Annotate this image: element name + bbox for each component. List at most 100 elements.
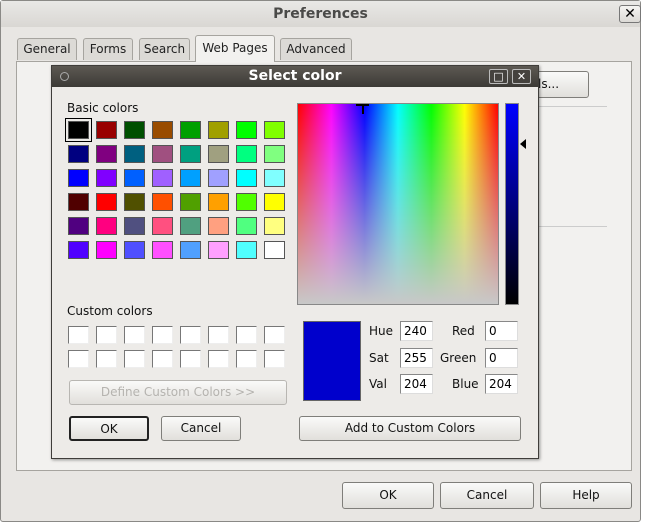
color-swatch[interactable] — [96, 241, 117, 259]
green-field[interactable]: 0 — [485, 348, 518, 368]
color-swatch[interactable] — [124, 193, 145, 211]
custom-color-swatch[interactable] — [96, 326, 117, 344]
color-swatch[interactable] — [236, 193, 257, 211]
color-swatch[interactable] — [208, 169, 229, 187]
window-title: Preferences — [1, 1, 640, 27]
window-menu-icon[interactable] — [60, 72, 69, 81]
ok-button[interactable]: OK — [342, 482, 434, 509]
custom-color-swatch[interactable] — [264, 326, 285, 344]
color-swatch[interactable] — [264, 169, 285, 187]
color-swatch[interactable] — [96, 169, 117, 187]
color-swatch[interactable] — [68, 193, 89, 211]
color-swatch[interactable] — [96, 193, 117, 211]
crosshair-v — [362, 104, 364, 114]
custom-color-swatch[interactable] — [124, 326, 145, 344]
custom-color-swatch[interactable] — [68, 350, 89, 368]
red-label: Red — [452, 324, 475, 338]
maximize-icon[interactable]: □ — [489, 69, 508, 84]
color-swatch[interactable] — [264, 145, 285, 163]
custom-color-swatch[interactable] — [236, 326, 257, 344]
value-arrow-icon[interactable] — [520, 139, 526, 149]
color-swatch[interactable] — [96, 121, 117, 139]
color-swatch[interactable] — [96, 145, 117, 163]
close-icon[interactable]: ✕ — [619, 5, 641, 23]
color-swatch[interactable] — [96, 217, 117, 235]
color-swatch[interactable] — [208, 193, 229, 211]
color-swatch[interactable] — [152, 169, 173, 187]
hue-field[interactable]: 240 — [400, 321, 433, 341]
custom-colors-label: Custom colors — [67, 304, 153, 318]
tab-search[interactable]: Search — [139, 38, 190, 60]
val-label: Val — [369, 377, 387, 391]
color-swatch[interactable] — [180, 169, 201, 187]
custom-color-swatch[interactable] — [208, 326, 229, 344]
color-swatch[interactable] — [65, 118, 92, 142]
sat-label: Sat — [369, 351, 389, 365]
color-swatch[interactable] — [264, 121, 285, 139]
color-swatch[interactable] — [236, 241, 257, 259]
red-field[interactable]: 0 — [485, 321, 518, 341]
help-button[interactable]: Help — [540, 482, 632, 509]
cancel-button[interactable]: Cancel — [440, 482, 534, 509]
color-swatch[interactable] — [208, 145, 229, 163]
color-swatch[interactable] — [236, 217, 257, 235]
color-swatch[interactable] — [208, 241, 229, 259]
tab-advanced[interactable]: Advanced — [280, 38, 352, 60]
blue-label: Blue — [452, 377, 479, 391]
color-swatch[interactable] — [68, 145, 89, 163]
color-swatch[interactable] — [264, 241, 285, 259]
color-swatch[interactable] — [180, 121, 201, 139]
custom-color-swatch[interactable] — [152, 350, 173, 368]
custom-color-swatch[interactable] — [208, 350, 229, 368]
color-swatch[interactable] — [180, 145, 201, 163]
close-icon[interactable]: ✕ — [512, 69, 531, 84]
value-slider[interactable] — [505, 103, 519, 305]
dialog-title: Select color — [52, 66, 538, 87]
color-swatch[interactable] — [236, 169, 257, 187]
custom-color-swatch[interactable] — [264, 350, 285, 368]
custom-color-swatch[interactable] — [152, 326, 173, 344]
color-swatch[interactable] — [180, 193, 201, 211]
color-swatch[interactable] — [264, 217, 285, 235]
color-swatch[interactable] — [264, 193, 285, 211]
add-to-custom-colors-button[interactable]: Add to Custom Colors — [299, 416, 521, 441]
cancel-button[interactable]: Cancel — [161, 416, 241, 441]
custom-color-swatch[interactable] — [180, 326, 201, 344]
custom-color-swatch[interactable] — [124, 350, 145, 368]
color-swatch[interactable] — [152, 241, 173, 259]
blue-field[interactable]: 204 — [485, 374, 518, 394]
color-swatch[interactable] — [208, 217, 229, 235]
color-swatch[interactable] — [124, 169, 145, 187]
color-swatch[interactable] — [68, 169, 89, 187]
hue-saturation-picker[interactable] — [297, 103, 499, 305]
custom-color-swatch[interactable] — [180, 350, 201, 368]
ok-button[interactable]: OK — [69, 416, 149, 441]
color-swatch[interactable] — [124, 121, 145, 139]
color-swatch[interactable] — [68, 241, 89, 259]
sat-field[interactable]: 255 — [400, 348, 433, 368]
val-field[interactable]: 204 — [400, 374, 433, 394]
color-swatch[interactable] — [236, 121, 257, 139]
divider — [539, 226, 607, 227]
color-swatch[interactable] — [68, 217, 89, 235]
basic-colors-grid — [65, 118, 292, 266]
color-swatch[interactable] — [152, 121, 173, 139]
custom-color-swatch[interactable] — [236, 350, 257, 368]
custom-color-swatch[interactable] — [96, 350, 117, 368]
color-swatch[interactable] — [152, 145, 173, 163]
color-swatch[interactable] — [180, 241, 201, 259]
define-custom-colors-button[interactable]: Define Custom Colors >> — [69, 380, 287, 405]
tab-general[interactable]: General — [17, 38, 77, 60]
custom-color-swatch[interactable] — [68, 326, 89, 344]
color-swatch[interactable] — [152, 193, 173, 211]
color-swatch[interactable] — [124, 217, 145, 235]
color-swatch[interactable] — [124, 241, 145, 259]
tab-web-pages[interactable]: Web Pages — [195, 35, 275, 62]
tab-forms[interactable]: Forms — [83, 38, 133, 60]
basic-colors-label: Basic colors — [67, 101, 139, 115]
color-swatch[interactable] — [152, 217, 173, 235]
color-swatch[interactable] — [180, 217, 201, 235]
color-swatch[interactable] — [236, 145, 257, 163]
color-swatch[interactable] — [208, 121, 229, 139]
color-swatch[interactable] — [124, 145, 145, 163]
